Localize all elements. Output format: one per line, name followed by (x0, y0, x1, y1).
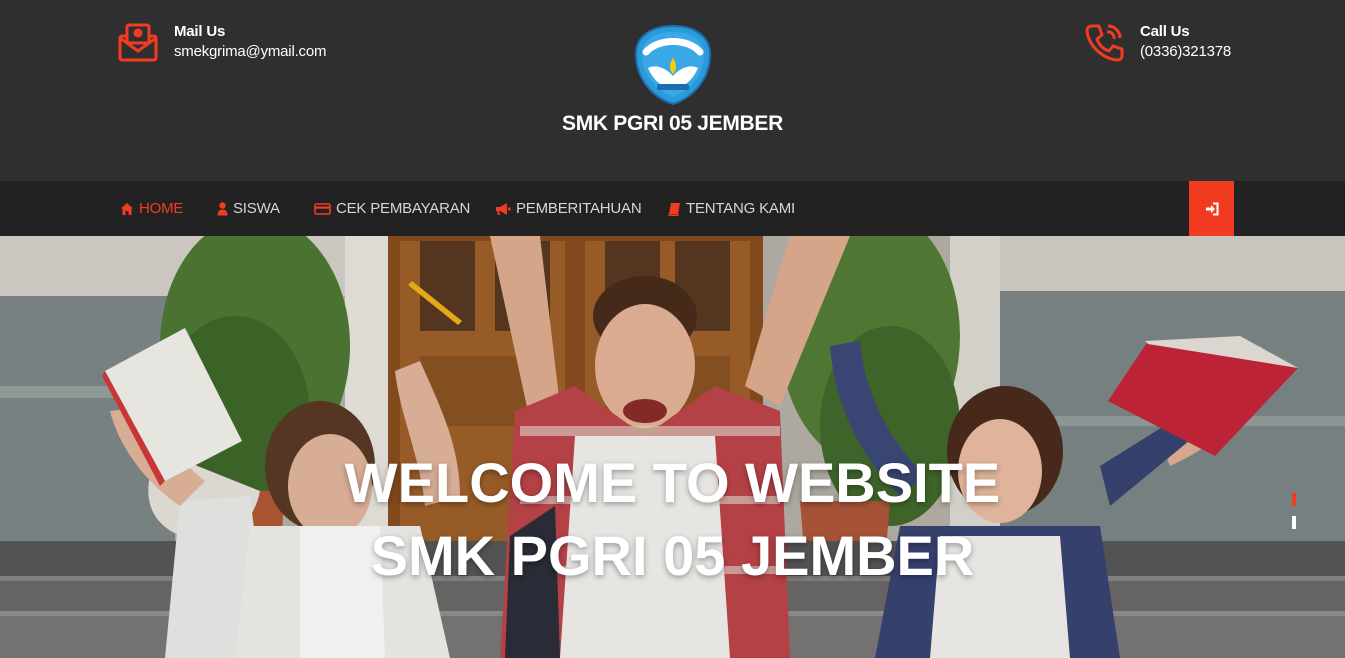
nav-item-pemberitahuan[interactable]: PEMBERITAHUAN (495, 181, 642, 236)
bullhorn-icon (496, 202, 511, 215)
slider-dot-1[interactable] (1292, 493, 1296, 506)
phone-icon (1085, 24, 1124, 62)
login-button[interactable] (1189, 181, 1234, 236)
nav-label-pemberitahuan: PEMBERITAHUAN (516, 200, 642, 217)
top-header: Mail Us smekgrima@ymail.com SMK PGRI 05 … (0, 0, 1345, 181)
home-icon (121, 202, 133, 215)
nav-label-home: HOME (139, 200, 184, 217)
book-icon (668, 202, 680, 216)
nav-label-tentang-kami: TENTANG KAMI (686, 200, 795, 217)
nav-item-cek-pembayaran[interactable]: CEK PEMBAYARAN (314, 181, 470, 236)
user-icon (217, 201, 228, 215)
school-name: SMK PGRI 05 JEMBER (562, 112, 783, 135)
hero-heading-line-2: SMK PGRI 05 JEMBER (370, 524, 975, 587)
sign-in-icon (1205, 202, 1218, 215)
slider-indicators (1292, 493, 1298, 539)
call-title: Call Us (1140, 23, 1190, 40)
nav-item-siswa[interactable]: SISWA (217, 181, 280, 236)
nav-label-cek-pembayaran: CEK PEMBAYARAN (336, 200, 471, 217)
tut-wuri-handayani-logo[interactable] (632, 24, 714, 106)
phone-number[interactable]: (0336)321378 (1140, 41, 1231, 63)
hero-slider: WELCOME TO WEBSITE SMK PGRI 05 JEMBER (0, 236, 1345, 658)
slider-dot-2[interactable] (1292, 516, 1296, 529)
nav-label-siswa: SISWA (233, 200, 280, 217)
nav-item-tentang-kami[interactable]: TENTANG KAMI (668, 181, 795, 236)
hero-background-image (0, 236, 1345, 658)
main-navigation: HOME SISWA CEK PEMBAYARAN PEMBERITAHUAN … (0, 181, 1345, 236)
credit-card-icon (314, 202, 331, 215)
call-contact: Call Us (0336)321378 (1084, 22, 1231, 63)
nav-item-home[interactable]: HOME (120, 181, 183, 236)
hero-heading-line-1: WELCOME TO WEBSITE (344, 451, 1001, 514)
